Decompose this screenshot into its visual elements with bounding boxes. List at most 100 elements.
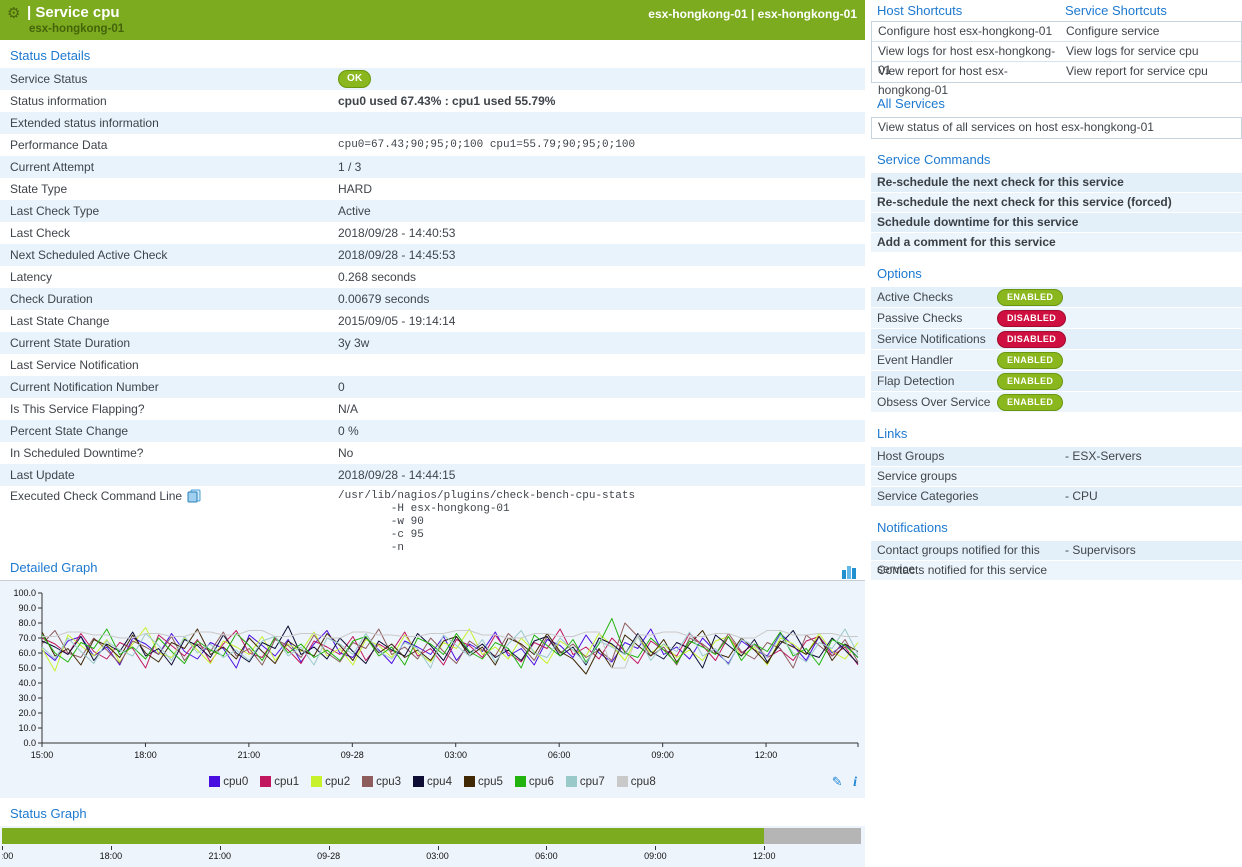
- service-detail-page: ⚙ | Service cpu esx-hongkong-01 esx-hong…: [0, 0, 1242, 867]
- notification-row: Contacts notified for this service: [871, 561, 1242, 581]
- row-value: 2015/09/05 - 19:14:14: [330, 314, 455, 328]
- row-value: 2018/09/28 - 14:40:53: [330, 226, 455, 240]
- table-row: Last Check Type Active: [0, 200, 865, 222]
- table-row: Last State Change 2015/09/05 - 19:14:14: [0, 310, 865, 332]
- legend-swatch-cpu5: [464, 776, 475, 787]
- links-title: Links: [877, 426, 1242, 441]
- legend-label: cpu2: [325, 776, 350, 788]
- bar-chart-icon[interactable]: [842, 561, 857, 579]
- view-host-report-link[interactable]: View report for host esx-hongkong-01: [872, 62, 1060, 100]
- notification-label: Contacts notified for this service: [871, 561, 1059, 580]
- status-bar-ok: [2, 828, 764, 844]
- row-value: 3y 3w: [330, 336, 369, 350]
- view-service-report-link[interactable]: View report for service cpu: [1060, 62, 1241, 100]
- notifications-title: Notifications: [877, 520, 1242, 535]
- table-row: Current Notification Number 0: [0, 376, 865, 398]
- row-label: Last Update: [0, 468, 330, 482]
- copy-icon[interactable]: [187, 489, 201, 506]
- page-header: ⚙ | Service cpu esx-hongkong-01 esx-hong…: [0, 0, 865, 40]
- row-label: Next Scheduled Active Check: [0, 248, 330, 262]
- row-value: OK: [330, 70, 371, 88]
- gear-icon[interactable]: ⚙: [7, 4, 20, 22]
- legend-item-cpu4: cpu4: [413, 776, 452, 788]
- legend-item-cpu6: cpu6: [515, 776, 554, 788]
- service-groups-link: [1059, 467, 1242, 486]
- passive-checks-badge[interactable]: DISABLED: [997, 310, 1066, 327]
- cpu-line-chart: 0.010.020.030.040.050.060.070.080.090.01…: [0, 585, 865, 767]
- svg-text:20.0: 20.0: [18, 708, 36, 718]
- row-label: Latency: [0, 270, 330, 284]
- command-line-value: /usr/lib/nagios/plugins/check-bench-cpu-…: [330, 489, 635, 555]
- table-row: Status information cpu0 used 67.43% : cp…: [0, 90, 865, 112]
- shortcuts-header: Host Shortcuts Service Shortcuts: [871, 0, 1242, 21]
- service-categories-link[interactable]: - CPU: [1059, 487, 1242, 506]
- table-row: Check Duration 0.00679 seconds: [0, 288, 865, 310]
- edit-graph-icon[interactable]: ✎: [832, 774, 843, 789]
- legend-item-cpu7: cpu7: [566, 776, 605, 788]
- add-comment-link[interactable]: Add a comment for this service: [871, 233, 1242, 253]
- options-list: Active Checks ENABLED Passive Checks DIS…: [871, 287, 1242, 413]
- view-all-services-link[interactable]: View status of all services on host esx-…: [872, 118, 1241, 138]
- info-icon[interactable]: i: [853, 775, 857, 790]
- status-graph-title: Status Graph: [10, 806, 865, 821]
- notifications-list: Contact groups notified for this service…: [871, 541, 1242, 581]
- link-row: Service groups: [871, 467, 1242, 487]
- reschedule-check-link[interactable]: Re-schedule the next check for this serv…: [871, 173, 1242, 193]
- status-axis: 15:0018:0021:0009-2803:0006:0009:0012:00: [2, 846, 861, 867]
- option-label: Passive Checks: [877, 311, 997, 325]
- service-notifications-badge[interactable]: DISABLED: [997, 331, 1066, 348]
- configure-host-link[interactable]: Configure host esx-hongkong-01: [872, 22, 1060, 41]
- schedule-downtime-link[interactable]: Schedule downtime for this service: [871, 213, 1242, 233]
- option-row: Active Checks ENABLED: [871, 287, 1242, 308]
- svg-text:15:00: 15:00: [31, 750, 54, 760]
- link-label: Host Groups: [871, 447, 1059, 466]
- shortcuts-table: Configure host esx-hongkong-01 Configure…: [871, 21, 1242, 83]
- svg-text:80.0: 80.0: [18, 618, 36, 628]
- table-row-command: Executed Check Command Line /usr/lib/nag…: [0, 486, 865, 552]
- svg-text:90.0: 90.0: [18, 603, 36, 613]
- reschedule-check-forced-link[interactable]: Re-schedule the next check for this serv…: [871, 193, 1242, 213]
- row-label: Last State Change: [0, 314, 330, 328]
- legend-item-cpu8: cpu8: [617, 776, 656, 788]
- legend-swatch-cpu6: [515, 776, 526, 787]
- row-value: cpu0=67.43;90;95;0;100 cpu1=55.79;90;95;…: [330, 139, 635, 151]
- legend-swatch-cpu0: [209, 776, 220, 787]
- row-value: Active: [330, 204, 371, 218]
- legend-label: cpu6: [529, 776, 554, 788]
- chart-legend: cpu0cpu1cpu2cpu3cpu4cpu5cpu6cpu7cpu8: [0, 774, 865, 792]
- svg-text:0.0: 0.0: [23, 738, 36, 748]
- table-row: Latency 0.268 seconds: [0, 266, 865, 288]
- svg-text:70.0: 70.0: [18, 633, 36, 643]
- notification-row: Contact groups notified for this service…: [871, 541, 1242, 561]
- legend-label: cpu7: [580, 776, 605, 788]
- row-label: Extended status information: [0, 116, 330, 130]
- host-groups-link[interactable]: - ESX-Servers: [1059, 447, 1242, 466]
- option-row: Passive Checks DISABLED: [871, 308, 1242, 329]
- link-label: Service groups: [871, 467, 1059, 486]
- row-label: Performance Data: [0, 138, 330, 152]
- obsess-over-service-badge[interactable]: ENABLED: [997, 394, 1063, 411]
- row-value: HARD: [330, 182, 372, 196]
- flap-detection-badge[interactable]: ENABLED: [997, 373, 1063, 390]
- row-label: In Scheduled Downtime?: [0, 446, 330, 460]
- svg-text:09:00: 09:00: [651, 750, 674, 760]
- event-handler-badge[interactable]: ENABLED: [997, 352, 1063, 369]
- table-row: View report for host esx-hongkong-01 Vie…: [872, 62, 1241, 82]
- svg-text:18:00: 18:00: [134, 750, 157, 760]
- contacts-link: [1059, 561, 1242, 580]
- row-value: 2018/09/28 - 14:44:15: [330, 468, 455, 482]
- row-label: Check Duration: [0, 292, 330, 306]
- legend-item-cpu1: cpu1: [260, 776, 299, 788]
- table-row: Percent State Change 0 %: [0, 420, 865, 442]
- svg-text:50.0: 50.0: [18, 663, 36, 673]
- configure-service-link[interactable]: Configure service: [1060, 22, 1241, 41]
- active-checks-badge[interactable]: ENABLED: [997, 289, 1063, 306]
- option-row: Flap Detection ENABLED: [871, 371, 1242, 392]
- table-row: View logs for host esx-hongkong-01 View …: [872, 42, 1241, 62]
- row-value: 0.00679 seconds: [330, 292, 429, 306]
- table-row: View status of all services on host esx-…: [872, 118, 1241, 138]
- row-label: Last Check: [0, 226, 330, 240]
- legend-label: cpu8: [631, 776, 656, 788]
- legend-row: cpu0cpu1cpu2cpu3cpu4cpu5cpu6cpu7cpu8 ✎ i: [0, 772, 865, 798]
- legend-swatch-cpu4: [413, 776, 424, 787]
